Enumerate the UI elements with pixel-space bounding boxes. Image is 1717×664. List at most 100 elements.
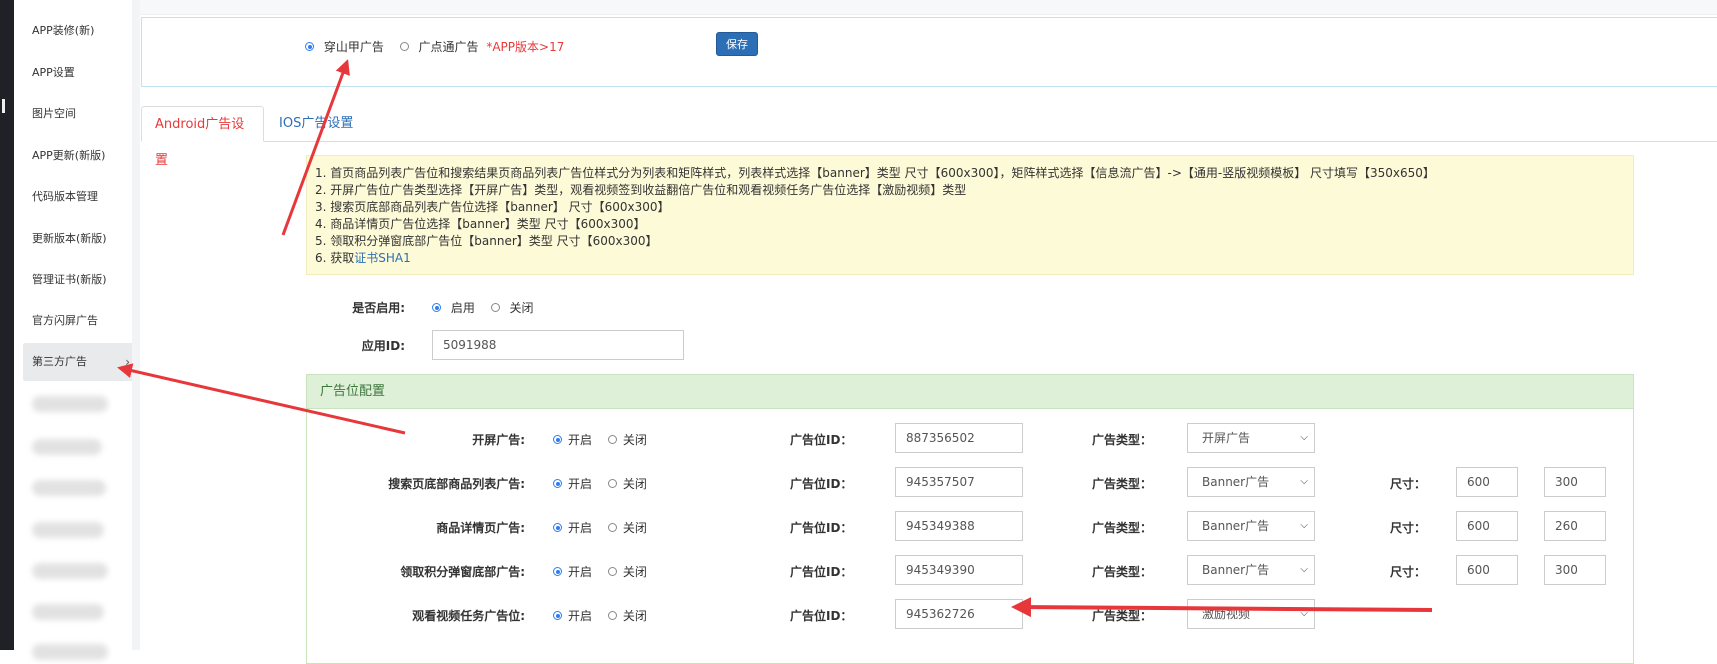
ad-type-select[interactable]: 开屏广告 ⌵ <box>1187 423 1315 453</box>
redacted-item <box>32 480 106 496</box>
slot-id-input[interactable]: 887356502 <box>895 423 1023 453</box>
sidebar-item-update-version[interactable]: 更新版本(新版) <box>32 220 136 258</box>
chevron-down-icon: ⌵ <box>1300 608 1308 619</box>
slot-id-input[interactable]: 945349390 <box>895 555 1023 585</box>
ad-row-label: 商品详情页广告: <box>436 521 525 535</box>
ad-row-radio-group: 开启 关闭 <box>553 519 647 536</box>
panel-title: 广告位配置 <box>307 375 1633 409</box>
radio-ad-on[interactable] <box>553 435 562 444</box>
instructions-box: 1. 首页商品列表广告位和搜索结果页商品列表广告位样式分为列表和矩阵样式，列表样… <box>306 155 1634 275</box>
size-width-input[interactable]: 600 <box>1456 555 1518 585</box>
size-height-input[interactable]: 300 <box>1544 555 1606 585</box>
slot-id-label: 广告位ID： <box>790 433 853 447</box>
ad-type-label: 广告类型： <box>1092 609 1153 623</box>
redacted-item <box>32 522 104 538</box>
enable-radio-group: 启用 关闭 <box>432 299 534 316</box>
ad-type-label: 广告类型： <box>1092 521 1153 535</box>
ad-type-select[interactable]: 激励视频 ⌵ <box>1187 599 1315 629</box>
sidebar-item-app-decoration[interactable]: APP装修(新) <box>32 12 136 50</box>
size-label: 尺寸： <box>1390 565 1427 579</box>
redacted-item <box>32 439 102 455</box>
sidebar: APP装修(新) APP设置 图片空间 APP更新(新版) 代码版本管理 更新版… <box>14 0 136 660</box>
ad-type-select[interactable]: Banner广告 ⌵ <box>1187 511 1315 541</box>
radio-gdt-label: 广点通广告 <box>418 40 479 54</box>
provider-radio-group: 穿山甲广告 广点通广告 *APP版本>17 <box>305 38 564 55</box>
redacted-item <box>32 563 108 579</box>
slot-id-label: 广告位ID： <box>790 609 853 623</box>
save-button[interactable]: 保存 <box>716 32 758 56</box>
sidebar-item-third-party-ads[interactable]: 第三方广告 › <box>23 343 136 381</box>
chevron-down-icon: ⌵ <box>1300 564 1308 575</box>
radio-ad-off[interactable] <box>607 435 617 444</box>
app-id-input[interactable]: 5091988 <box>432 330 684 360</box>
radio-ad-on-label: 开启 <box>568 477 593 491</box>
radio-gdt[interactable] <box>399 42 409 51</box>
ad-row-label: 搜索页底部商品列表广告: <box>388 477 525 491</box>
redacted-item <box>32 644 108 660</box>
enable-label: 是否启用: <box>352 301 405 315</box>
tabs-divider <box>141 141 1717 142</box>
radio-ad-on-label: 开启 <box>568 609 593 623</box>
ad-type-select[interactable]: Banner广告 ⌵ <box>1187 555 1315 585</box>
ad-row-label: 领取积分弹窗底部广告: <box>400 565 525 579</box>
radio-enable-off[interactable] <box>490 303 500 312</box>
sidebar-item-code-version[interactable]: 代码版本管理 <box>32 178 136 216</box>
size-height-input[interactable]: 300 <box>1544 467 1606 497</box>
top-strip <box>140 0 1717 15</box>
app-id-label: 应用ID: <box>361 339 405 353</box>
chevron-down-icon: ⌵ <box>1300 432 1308 443</box>
radio-ad-on[interactable] <box>553 567 562 576</box>
slot-id-input[interactable]: 945357507 <box>895 467 1023 497</box>
note-line: 2. 开屏广告位广告类型选择【开屏广告】类型，观看视频签到收益翻倍广告位和观看视… <box>315 183 967 197</box>
sidebar-item-app-settings[interactable]: APP设置 <box>32 54 136 92</box>
radio-ad-on[interactable] <box>553 611 562 620</box>
sidebar-item-label: APP装修(新) <box>32 24 95 37</box>
slot-id-input[interactable]: 945362726 <box>895 599 1023 629</box>
sidebar-item-image-space[interactable]: 图片空间 <box>32 95 136 133</box>
ad-row-radio-group: 开启 关闭 <box>553 563 647 580</box>
radio-pangle[interactable] <box>305 42 314 51</box>
ad-type-label: 广告类型： <box>1092 433 1153 447</box>
ad-type-value: Banner广告 <box>1202 563 1270 577</box>
cert-sha1-link[interactable]: 证书SHA1 <box>354 251 411 265</box>
note-line: 1. 首页商品列表广告位和搜索结果页商品列表广告位样式分为列表和矩阵样式，列表样… <box>315 166 1435 180</box>
sidebar-item-label: 第三方广告 <box>32 355 87 368</box>
radio-ad-off-label: 关闭 <box>622 433 647 447</box>
sidebar-item-label: 官方闪屏广告 <box>32 314 98 327</box>
size-width-input[interactable]: 600 <box>1456 467 1518 497</box>
ad-type-value: Banner广告 <box>1202 475 1270 489</box>
redacted-item <box>32 604 104 620</box>
slot-id-input[interactable]: 945349388 <box>895 511 1023 541</box>
slot-id-label: 广告位ID： <box>790 477 853 491</box>
sidebar-item-app-update[interactable]: APP更新(新版) <box>32 137 136 175</box>
radio-ad-on-label: 开启 <box>568 521 593 535</box>
sidebar-item-label: 代码版本管理 <box>32 190 98 203</box>
radio-ad-off-label: 关闭 <box>622 521 647 535</box>
sidebar-item-certificates[interactable]: 管理证书(新版) <box>32 261 136 299</box>
ad-row-label: 开屏广告: <box>472 433 525 447</box>
size-label: 尺寸： <box>1390 521 1427 535</box>
radio-ad-off[interactable] <box>607 479 617 488</box>
ad-type-select[interactable]: Banner广告 ⌵ <box>1187 467 1315 497</box>
radio-ad-off[interactable] <box>607 611 617 620</box>
radio-ad-off[interactable] <box>607 567 617 576</box>
radio-ad-on[interactable] <box>553 523 562 532</box>
ad-type-label: 广告类型： <box>1092 477 1153 491</box>
note-line: 3. 搜索页底部商品列表广告位选择【banner】 尺寸【600x300】 <box>315 200 670 214</box>
ad-type-label: 广告类型： <box>1092 565 1153 579</box>
size-height-input[interactable]: 260 <box>1544 511 1606 541</box>
radio-enable-on[interactable] <box>432 303 441 312</box>
radio-ad-on[interactable] <box>553 479 562 488</box>
sidebar-item-splash-ad[interactable]: 官方闪屏广告 <box>32 302 136 340</box>
radio-ad-on-label: 开启 <box>568 565 593 579</box>
size-width-input[interactable]: 600 <box>1456 511 1518 541</box>
radio-enable-off-label: 关闭 <box>509 301 534 315</box>
radio-ad-off-label: 关闭 <box>622 477 647 491</box>
radio-ad-off[interactable] <box>607 523 617 532</box>
tab-android[interactable]: Android广告设置 <box>141 106 264 168</box>
note-line: 4. 商品详情页广告位选择【banner】类型 尺寸【600x300】 <box>315 217 646 231</box>
tab-ios[interactable]: IOS广告设置 <box>266 106 366 142</box>
version-note: *APP版本>17 <box>486 40 565 54</box>
sidebar-item-label: APP更新(新版) <box>32 149 106 162</box>
sidebar-separator <box>132 0 140 650</box>
